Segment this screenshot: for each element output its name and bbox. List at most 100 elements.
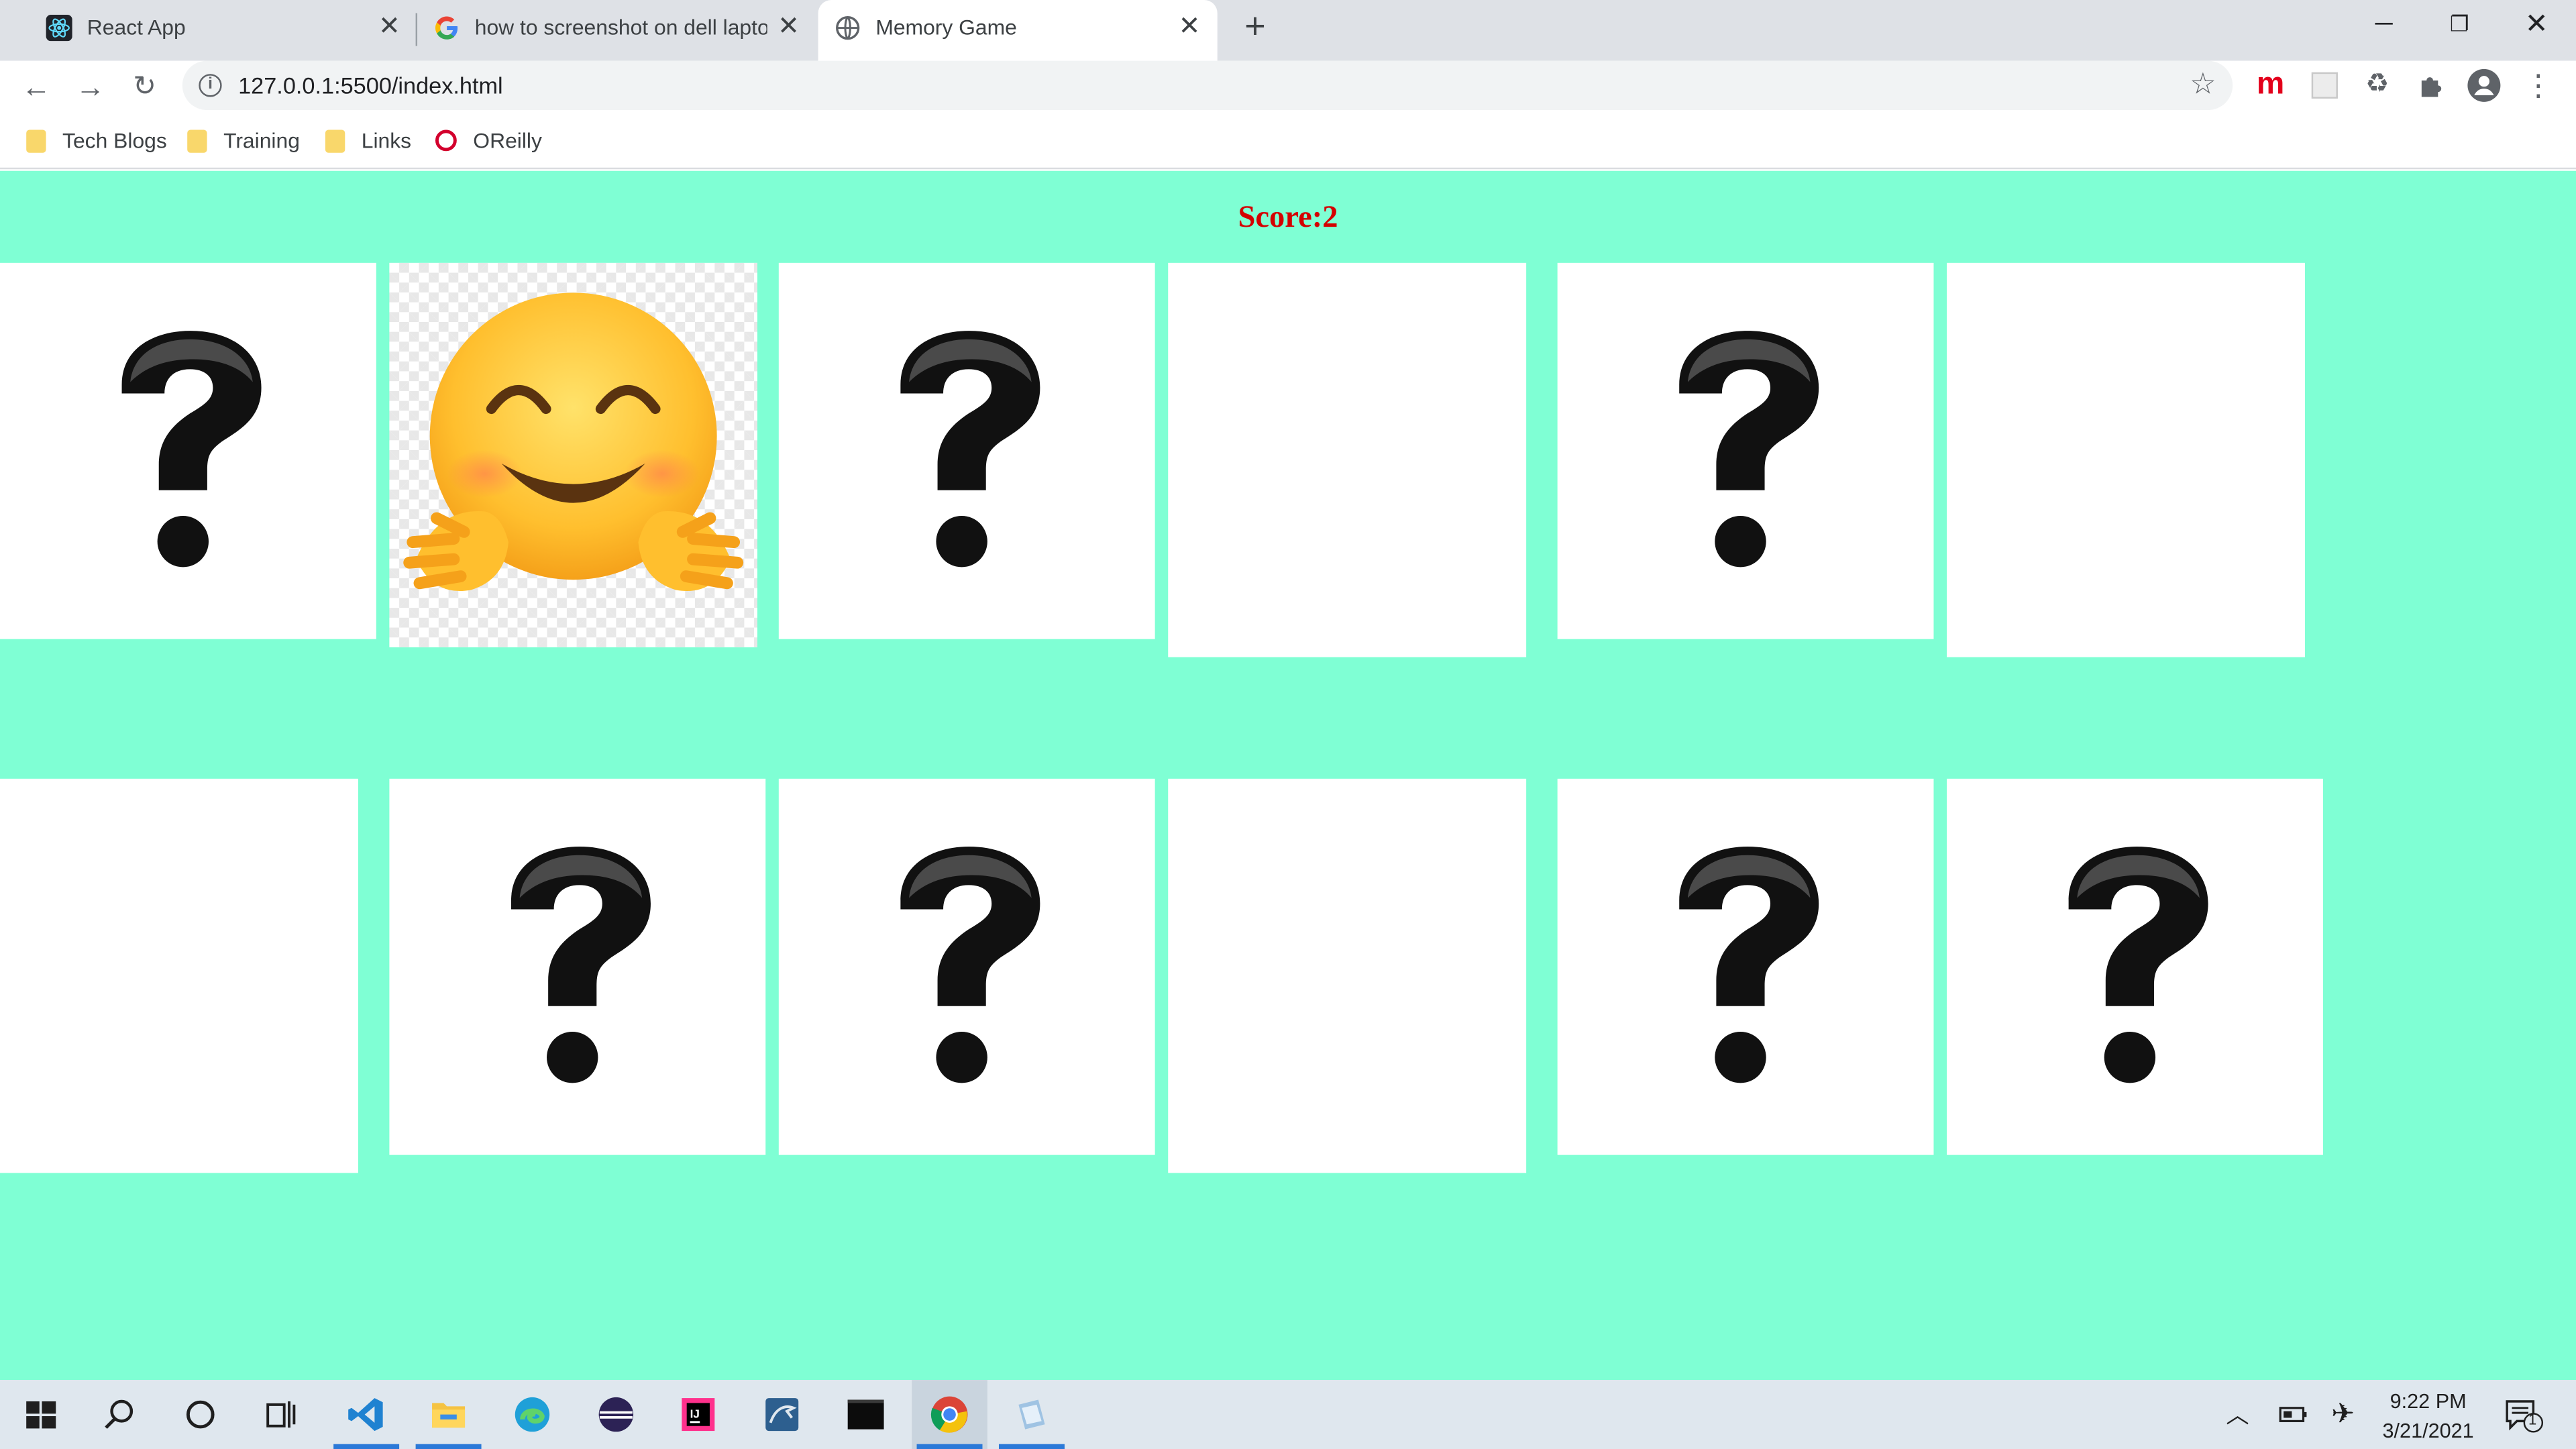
running-indicator (415, 1444, 482, 1449)
chrome-logo-icon (930, 1396, 968, 1433)
bookmark-label: Links (361, 128, 412, 153)
score-label: Score: (1238, 200, 1323, 235)
recycle-extension-icon[interactable]: ♻ (2359, 67, 2396, 103)
address-url: 127.0.0.1:5500/index.html (238, 72, 503, 99)
card-r2-c4-matched (1168, 778, 1527, 1173)
bookmark-tech-blogs[interactable]: Tech Blogs (26, 127, 174, 156)
extension-icon[interactable] (2306, 67, 2343, 103)
globe-icon (836, 16, 860, 40)
browser-toolbar: ← → ↻ i 127.0.0.1:5500/index.html ☆ m ♻ … (0, 60, 2576, 113)
tab-title: Memory Game (875, 15, 1017, 40)
eclipse-icon[interactable] (578, 1380, 654, 1449)
memory-game-page: Score:2 (0, 170, 2576, 1381)
mysql-workbench-icon[interactable] (744, 1380, 820, 1449)
question-mark-icon (121, 331, 262, 568)
bookmark-oreilly[interactable]: OReilly (435, 127, 550, 156)
clock-date: 3/21/2021 (2382, 1419, 2474, 1443)
oreilly-icon (435, 129, 457, 152)
restore-icon[interactable]: ❐ (2436, 7, 2483, 43)
cortana-icon[interactable] (162, 1380, 238, 1449)
running-indicator (916, 1444, 983, 1449)
question-mark-icon (2068, 847, 2208, 1083)
folder-icon (325, 129, 345, 153)
notification-count: 1 (2528, 1411, 2537, 1428)
question-mark-icon (900, 847, 1040, 1083)
mendeley-extension-icon[interactable]: m (2253, 67, 2289, 103)
site-info-icon[interactable]: i (199, 74, 222, 97)
svg-text:IJ: IJ (690, 1407, 700, 1420)
hugging-face-emoji-icon (403, 292, 744, 592)
google-icon (435, 16, 458, 40)
forward-icon[interactable]: → (69, 66, 112, 109)
profile-avatar-icon[interactable] (2466, 67, 2502, 103)
question-mark-icon (900, 331, 1040, 568)
tab-title: how to screenshot on dell laptop (474, 15, 767, 40)
intellij-icon[interactable]: IJ (660, 1380, 736, 1449)
show-hidden-icons-chevron-icon[interactable]: ︿ (2226, 1398, 2249, 1431)
notification-center-icon[interactable]: 1 (2504, 1398, 2546, 1442)
airplane-mode-icon[interactable]: ✈ (2331, 1398, 2355, 1431)
file-explorer-icon[interactable] (411, 1380, 486, 1449)
folder-icon (26, 129, 46, 153)
bookmark-label: Tech Blogs (62, 128, 167, 153)
edge-icon[interactable] (494, 1380, 570, 1449)
reload-icon[interactable]: ↻ (123, 66, 166, 109)
windows-start-icon[interactable] (3, 1380, 79, 1449)
new-tab-icon[interactable]: + (1236, 7, 1275, 48)
menu-kebab-icon[interactable]: ⋮ (2520, 67, 2557, 103)
card-r1-c3[interactable] (778, 262, 1155, 639)
score-value: 2 (1322, 200, 1338, 235)
card-r2-c6[interactable] (1947, 778, 2323, 1155)
snipping-tool-icon[interactable] (994, 1380, 1070, 1449)
minimize-icon[interactable]: ─ (2361, 7, 2407, 43)
circle-icon (186, 1400, 215, 1429)
tab-react-app[interactable]: React App ✕ (13, 0, 415, 56)
terminal-icon[interactable] (828, 1380, 904, 1449)
react-icon (46, 15, 72, 42)
chrome-icon[interactable] (912, 1380, 987, 1449)
card-r2-c2[interactable] (389, 778, 766, 1155)
battery-icon[interactable] (2279, 1398, 2308, 1439)
tab-separator (415, 13, 418, 46)
card-r1-c1[interactable] (0, 262, 376, 639)
intellij-logo-icon: IJ (682, 1398, 715, 1432)
question-mark-icon (511, 847, 651, 1083)
card-r1-c2-revealed[interactable] (389, 262, 757, 647)
running-indicator (333, 1444, 400, 1449)
windows-logo-icon (26, 1401, 56, 1429)
console-icon (847, 1399, 884, 1430)
folder-icon (187, 129, 207, 153)
edge-logo-icon (515, 1397, 550, 1432)
screen: React App ✕ how to screenshot on dell la… (0, 0, 2576, 1449)
system-clock[interactable]: 9:22 PM 3/21/2021 (2366, 1387, 2491, 1446)
close-tab-icon[interactable]: ✕ (374, 13, 404, 43)
card-r2-c1-matched (0, 778, 358, 1173)
windows-taskbar: IJ ︿ ✈ 9:22 PM 3/21/2021 1 (0, 1380, 2576, 1449)
bookmark-links[interactable]: Links (325, 127, 417, 156)
address-bar[interactable]: i 127.0.0.1:5500/index.html ☆ (182, 60, 2233, 111)
task-view-glyph-icon (266, 1401, 296, 1428)
folder-glyph-icon (432, 1403, 466, 1428)
tab-memory-game[interactable]: Memory Game ✕ (818, 0, 1218, 61)
card-r1-c4-matched (1168, 262, 1527, 657)
tab-strip: React App ✕ how to screenshot on dell la… (0, 0, 2576, 61)
card-r1-c5[interactable] (1557, 262, 1934, 639)
snip-logo-icon (1018, 1399, 1045, 1430)
extensions-puzzle-icon[interactable] (2414, 67, 2450, 103)
search-icon[interactable] (82, 1380, 158, 1449)
bookmark-star-icon[interactable]: ☆ (2190, 67, 2216, 100)
task-view-icon[interactable] (243, 1380, 319, 1449)
magnifier-icon (105, 1399, 133, 1429)
back-icon[interactable]: ← (15, 66, 58, 109)
close-tab-icon[interactable]: ✕ (1175, 13, 1204, 43)
bookmark-label: Training (223, 128, 300, 153)
card-r2-c5[interactable] (1557, 778, 1934, 1155)
close-tab-icon[interactable]: ✕ (773, 13, 803, 43)
bookmark-training[interactable]: Training (187, 127, 305, 156)
vscode-logo-icon (348, 1398, 383, 1432)
vscode-icon[interactable] (329, 1380, 405, 1449)
tab-google-search[interactable]: how to screenshot on dell laptop ✕ (421, 0, 815, 56)
card-r2-c3[interactable] (778, 778, 1155, 1155)
eclipse-logo-icon (598, 1397, 634, 1432)
close-window-icon[interactable]: ✕ (2514, 7, 2560, 43)
